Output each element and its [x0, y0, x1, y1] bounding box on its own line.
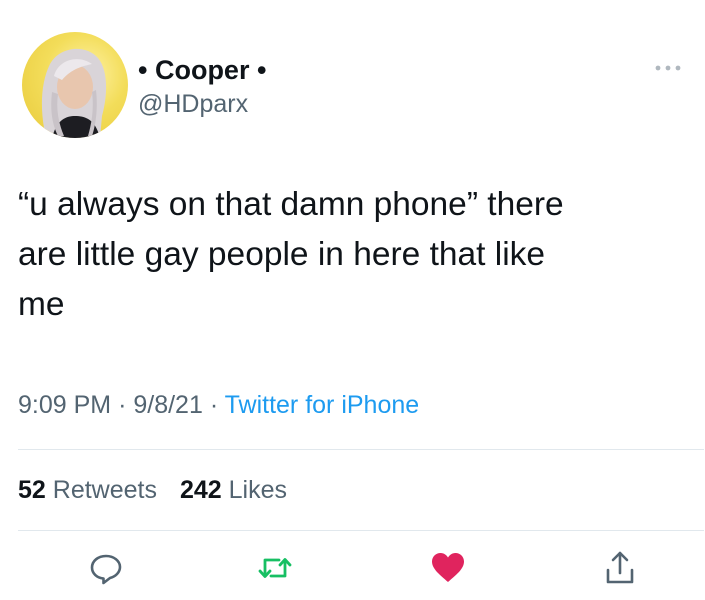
tweet-header: • Cooper • @HDparx — [22, 32, 682, 142]
likes-stat[interactable]: 242 Likes — [180, 476, 287, 504]
user-handle[interactable]: @HDparx — [138, 88, 266, 120]
likes-count: 242 — [179, 476, 222, 504]
reply-icon — [90, 554, 122, 585]
likes-label: Likes — [228, 476, 287, 504]
heart-icon — [432, 553, 464, 582]
tweet-time[interactable]: 9:09 PM — [18, 391, 111, 419]
tweet-stats: 52 Retweets 242 Likes — [18, 476, 287, 505]
divider — [18, 530, 704, 531]
retweet-button[interactable] — [255, 548, 295, 588]
display-name[interactable]: • Cooper • — [138, 54, 266, 86]
tweet-source-link[interactable]: Twitter for iPhone — [225, 391, 420, 419]
divider — [18, 449, 704, 450]
like-button[interactable] — [428, 548, 468, 588]
tweet-text: “u always on that damn phone” there are … — [18, 186, 564, 323]
meta-separator: · — [118, 391, 127, 419]
reply-button[interactable] — [86, 548, 126, 588]
tweet-card: • Cooper • @HDparx “u always on that dam… — [0, 0, 705, 600]
avatar[interactable] — [22, 32, 128, 138]
share-icon — [606, 551, 634, 584]
share-button[interactable] — [600, 548, 640, 588]
tweet-meta: 9:09 PM · 9/8/21 · Twitter for iPhone — [18, 391, 419, 420]
user-info: • Cooper • @HDparx — [138, 54, 266, 120]
tweet-actions — [0, 548, 705, 596]
more-dots-icon[interactable] — [654, 60, 682, 71]
avatar-photo — [41, 48, 107, 138]
retweets-stat[interactable]: 52 Retweets — [18, 476, 157, 504]
retweets-label: Retweets — [52, 476, 157, 504]
meta-separator: · — [209, 391, 219, 419]
retweet-icon — [258, 558, 292, 578]
retweets-count: 52 — [18, 476, 46, 504]
tweet-date[interactable]: 9/8/21 — [133, 391, 203, 419]
